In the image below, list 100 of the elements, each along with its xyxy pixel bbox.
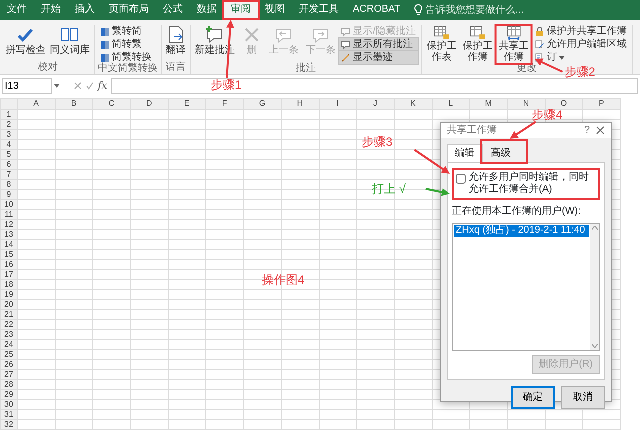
lightbulb-icon — [414, 4, 423, 16]
ribbon-tab[interactable]: 公式 — [156, 0, 190, 20]
ribbon-button[interactable]: 显示所有批注 — [339, 38, 418, 51]
ribbon-tab[interactable]: 视图 — [258, 0, 292, 20]
dialog-tab[interactable]: 高级 — [483, 144, 519, 162]
ok-button[interactable]: 确定 — [511, 386, 555, 409]
scroll-up-icon[interactable] — [592, 226, 598, 230]
row-number[interactable]: 16 — [0, 260, 18, 270]
row-number[interactable]: 22 — [0, 320, 18, 330]
ribbon-tab[interactable]: 数据 — [190, 0, 224, 20]
row-number[interactable]: 25 — [0, 350, 18, 360]
column-header[interactable]: M — [470, 98, 508, 110]
row-number[interactable]: 27 — [0, 370, 18, 380]
row-number[interactable]: 18 — [0, 280, 18, 290]
scrollbar[interactable] — [590, 224, 599, 350]
row-number[interactable]: 29 — [0, 390, 18, 400]
ribbon-button[interactable]: 翻译 — [165, 25, 187, 57]
column-header[interactable]: O — [545, 98, 583, 110]
annotation-label: 操作图4 — [262, 273, 305, 287]
row-number[interactable]: 12 — [0, 220, 18, 230]
ribbon-button[interactable]: 共享工作簿 — [496, 25, 531, 63]
column-header[interactable]: A — [18, 98, 56, 110]
row-number[interactable]: 17 — [0, 270, 18, 280]
row-number[interactable]: 5 — [0, 150, 18, 160]
highlight-box — [222, 0, 260, 20]
ribbon-button[interactable]: 同义词库 — [49, 25, 91, 57]
checkbox-label[interactable]: 允许多用户同时编辑，同时允许工作簿合并(A) — [469, 172, 596, 196]
ribbon-button[interactable]: 保护工作表 — [424, 25, 459, 63]
row-number[interactable]: 1 — [0, 110, 18, 120]
ribbon-tab[interactable]: 插入 — [68, 0, 102, 20]
users-list[interactable]: ZHxq (独占) - 2019-2-1 11:40 — [452, 223, 600, 351]
row-number[interactable]: 24 — [0, 340, 18, 350]
users-label: 正在使用本工作簿的用户(W): — [452, 204, 582, 219]
cancel-icon[interactable] — [74, 82, 82, 90]
ribbon-button[interactable]: 允许用户编辑区域 — [532, 38, 629, 51]
caret-icon — [558, 56, 565, 60]
row-number[interactable]: 20 — [0, 300, 18, 310]
ribbon-tab[interactable]: 开发工具 — [292, 0, 346, 20]
lock-icon — [534, 26, 545, 36]
row-number[interactable]: 8 — [0, 180, 18, 190]
scroll-down-icon[interactable] — [592, 344, 598, 348]
row-number[interactable]: 26 — [0, 360, 18, 370]
checkbox[interactable] — [456, 174, 466, 184]
column-header[interactable]: H — [281, 98, 319, 110]
column-header[interactable]: P — [582, 98, 620, 110]
column-header[interactable]: C — [92, 98, 131, 110]
column-header[interactable]: F — [206, 98, 244, 110]
help-button[interactable]: ? — [584, 123, 590, 138]
row-number[interactable]: 3 — [0, 130, 18, 140]
row-number[interactable]: 11 — [0, 210, 18, 220]
enter-icon[interactable] — [86, 82, 94, 90]
ribbon-button[interactable]: 保护工作簿 — [460, 25, 495, 63]
column-header[interactable]: L — [432, 98, 470, 110]
close-icon[interactable] — [596, 126, 605, 135]
dialog-tab[interactable]: 编辑 — [447, 144, 483, 162]
ribbon-button[interactable]: 简转繁 — [98, 38, 154, 51]
row-number[interactable]: 28 — [0, 380, 18, 390]
ribbon-tab[interactable]: ACROBAT — [346, 0, 408, 20]
list-item[interactable]: ZHxq (独占) - 2019-2-1 11:40 — [454, 225, 589, 237]
insert-function-button[interactable]: fx — [98, 78, 108, 94]
formula-input[interactable] — [111, 78, 638, 94]
tell-me-field[interactable]: 告诉我您想要做什么... — [426, 2, 546, 18]
cancel-button[interactable]: 取消 — [561, 386, 605, 409]
column-header[interactable]: E — [168, 98, 206, 110]
row-number[interactable]: 30 — [0, 400, 18, 410]
caret-icon — [54, 84, 60, 88]
column-header[interactable]: D — [130, 98, 168, 110]
row-number[interactable]: 2 — [0, 120, 18, 130]
ribbon-tab[interactable]: 文件 — [0, 0, 34, 20]
row-number[interactable]: 7 — [0, 170, 18, 180]
select-all-corner[interactable] — [0, 98, 18, 110]
ribbon-button[interactable]: 简繁转换 — [98, 51, 154, 64]
name-box[interactable]: I13 — [2, 78, 52, 94]
arrow — [414, 149, 450, 174]
row-number[interactable]: 10 — [0, 200, 18, 210]
column-header[interactable]: J — [356, 98, 394, 110]
row-number[interactable]: 23 — [0, 330, 18, 340]
row-number[interactable]: 19 — [0, 290, 18, 300]
row-number[interactable]: 14 — [0, 240, 18, 250]
column-header[interactable]: K — [394, 98, 432, 110]
ribbon-button[interactable]: 繁转简 — [98, 25, 154, 38]
arrow — [426, 188, 450, 196]
column-header[interactable]: I — [319, 98, 357, 110]
ribbon-button[interactable]: 显示墨迹 — [339, 51, 418, 64]
ribbon-tab[interactable]: 开始 — [34, 0, 68, 20]
ribbon-tab[interactable]: 页面布局 — [102, 0, 156, 20]
row-number[interactable]: 13 — [0, 230, 18, 240]
ribbon-button[interactable]: 拼写检查 — [5, 25, 47, 57]
row-number[interactable]: 21 — [0, 310, 18, 320]
row-number[interactable]: 32 — [0, 420, 18, 430]
column-header[interactable]: N — [507, 98, 546, 110]
convert-icon — [100, 26, 110, 36]
row-number[interactable]: 31 — [0, 410, 18, 420]
row-number[interactable]: 15 — [0, 250, 18, 260]
column-header[interactable]: G — [244, 98, 282, 110]
ribbon-button[interactable]: 保护并共享工作簿 — [532, 25, 629, 38]
row-number[interactable]: 9 — [0, 190, 18, 200]
column-header[interactable]: B — [55, 98, 93, 110]
row-number[interactable]: 6 — [0, 160, 18, 170]
row-number[interactable]: 4 — [0, 140, 18, 150]
